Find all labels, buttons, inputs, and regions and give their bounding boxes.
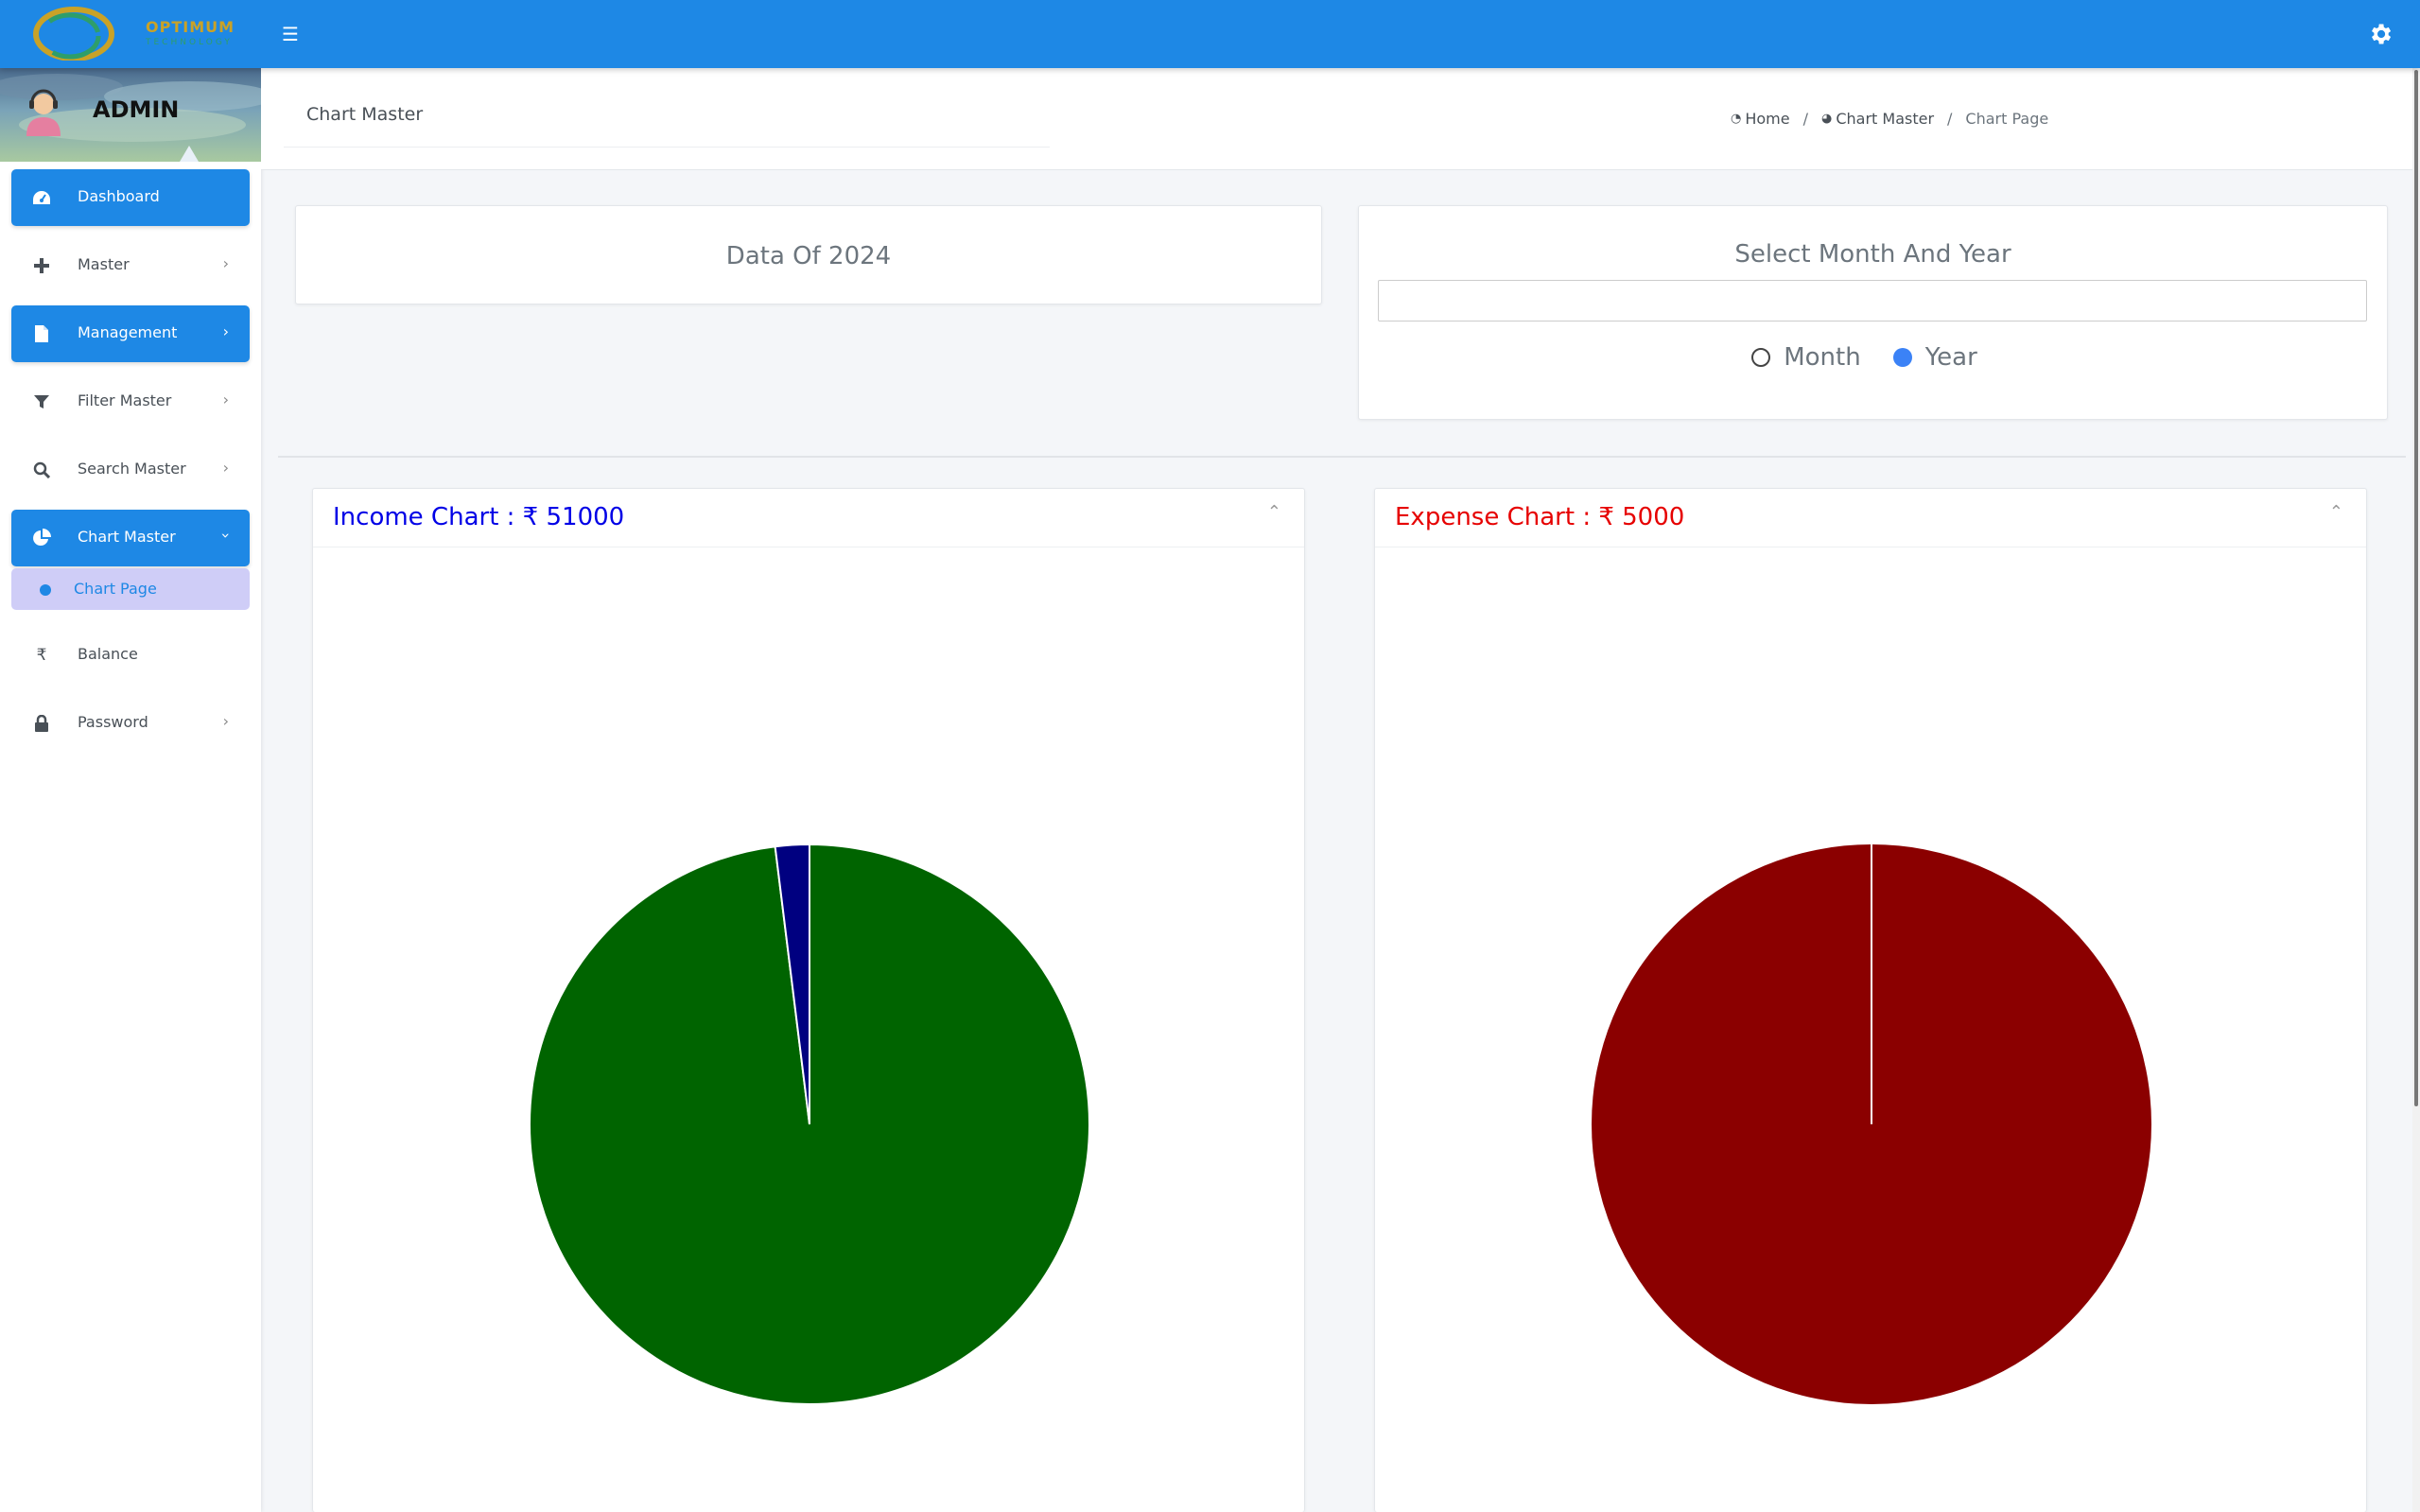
search-icon [32, 461, 51, 479]
chevron-right-icon: › [222, 712, 229, 730]
sidebar-item-label: Balance [78, 645, 138, 663]
dashboard-icon [32, 188, 51, 207]
radio-option-year[interactable]: Year [1892, 343, 1977, 372]
sidebar-item-label: Master [78, 255, 130, 273]
sidebar-subitem-label: Chart Page [74, 580, 157, 598]
radio-month[interactable] [1751, 348, 1771, 367]
select-month-year-card: Select Month And Year Month Year [1358, 205, 2388, 420]
sidebar-item-label: Management [78, 323, 178, 341]
top-navbar: OPTIMUM TECHNOLOGY ☰ [0, 0, 2420, 68]
sidebar: ADMIN Dashboard Master › Management › Fi… [0, 68, 261, 1512]
chevron-down-icon: › [217, 532, 235, 539]
radio-year[interactable] [1892, 348, 1912, 367]
income-chart-title: Income Chart : ₹ 51000 [333, 503, 625, 531]
plus-icon [32, 256, 51, 275]
expense-chart-card: Expense Chart : ₹ 5000 ⌃ invest [1374, 488, 2367, 1512]
sidebar-item-master[interactable]: Master › [11, 237, 250, 294]
income-pie-chart: salarydemo [529, 843, 1090, 1405]
chevron-right-icon: › [222, 459, 229, 477]
file-icon [32, 324, 51, 343]
breadcrumb-separator: / [1947, 110, 1953, 128]
breadcrumb-chart-master-label: Chart Master [1836, 110, 1935, 128]
sidebar-item-balance[interactable]: ₹ Balance [11, 627, 250, 684]
data-year-title: Data Of 2024 [725, 242, 892, 270]
income-chart-header: Income Chart : ₹ 51000 ⌃ [313, 489, 1304, 547]
user-panel: ADMIN [0, 68, 261, 162]
sidebar-item-label: Chart Master [78, 528, 176, 546]
sidebar-item-management[interactable]: Management › [11, 305, 250, 362]
rupee-icon: ₹ [36, 646, 47, 665]
breadcrumb-chart-master[interactable]: ◕ Chart Master [1821, 110, 1934, 128]
filter-icon [32, 392, 51, 411]
select-title: Select Month And Year [1734, 240, 2011, 269]
sidebar-subitem-chart-page[interactable]: Chart Page [11, 568, 250, 610]
radio-year-label: Year [1924, 343, 1977, 372]
collapse-chevron-up-icon[interactable]: ⌃ [1267, 502, 1281, 522]
breadcrumb-separator: / [1802, 110, 1808, 128]
pie-chart-icon: ◕ [1820, 112, 1833, 126]
sidebar-item-filter-master[interactable]: Filter Master › [11, 374, 250, 430]
gear-icon[interactable] [2367, 21, 2394, 47]
logo-text: OPTIMUM [146, 18, 235, 36]
sidebar-item-label: Password [78, 713, 148, 731]
breadcrumb-home-label: Home [1745, 110, 1790, 128]
radio-option-month[interactable]: Month [1751, 343, 1861, 372]
expense-chart-header: Expense Chart : ₹ 5000 ⌃ [1375, 489, 2366, 547]
bullet-icon [40, 584, 51, 596]
logo-subtext: TECHNOLOGY [146, 38, 233, 47]
menu-toggle-icon[interactable]: ☰ [280, 23, 301, 45]
scrollbar-thumb[interactable] [2414, 70, 2418, 1106]
user-name: ADMIN [93, 96, 180, 123]
section-divider [278, 456, 2406, 458]
sidebar-item-label: Search Master [78, 460, 186, 478]
collapse-chevron-up-icon[interactable]: ⌃ [2329, 502, 2343, 522]
logo-icon [33, 7, 114, 61]
sidebar-item-chart-master[interactable]: Chart Master › [11, 510, 250, 566]
sidebar-item-label: Filter Master [78, 391, 172, 409]
sidebar-item-dashboard[interactable]: Dashboard [11, 169, 250, 226]
period-radio-group: Month Year [1359, 339, 2387, 376]
radio-month-label: Month [1784, 343, 1861, 372]
expense-chart-title: Expense Chart : ₹ 5000 [1395, 503, 1685, 531]
data-year-card: Data Of 2024 [295, 205, 1322, 304]
pie-chart-icon [32, 529, 51, 547]
chevron-right-icon: › [222, 322, 229, 340]
breadcrumb: ◔ Home / ◕ Chart Master / Chart Page [1731, 110, 2048, 128]
content-header: Chart Master ◔ Home / ◕ Chart Master / C… [261, 68, 2420, 170]
sidebar-item-label: Dashboard [78, 187, 160, 205]
page-title: Chart Master [306, 104, 424, 125]
chevron-right-icon: › [222, 254, 229, 272]
income-chart-card: Income Chart : ₹ 51000 ⌃ salarydemo [312, 488, 1305, 1512]
sidebar-item-search-master[interactable]: Search Master › [11, 442, 250, 498]
title-divider [284, 147, 1050, 148]
lock-icon [32, 714, 51, 733]
avatar [26, 89, 61, 136]
breadcrumb-current: Chart Page [1965, 110, 2049, 128]
date-input[interactable] [1378, 280, 2367, 322]
expense-pie-chart: invest [1592, 844, 2151, 1404]
dashboard-icon: ◔ [1731, 112, 1742, 126]
breadcrumb-home[interactable]: ◔ Home [1731, 110, 1790, 128]
chevron-right-icon: › [222, 391, 229, 408]
sidebar-item-password[interactable]: Password › [11, 695, 250, 752]
